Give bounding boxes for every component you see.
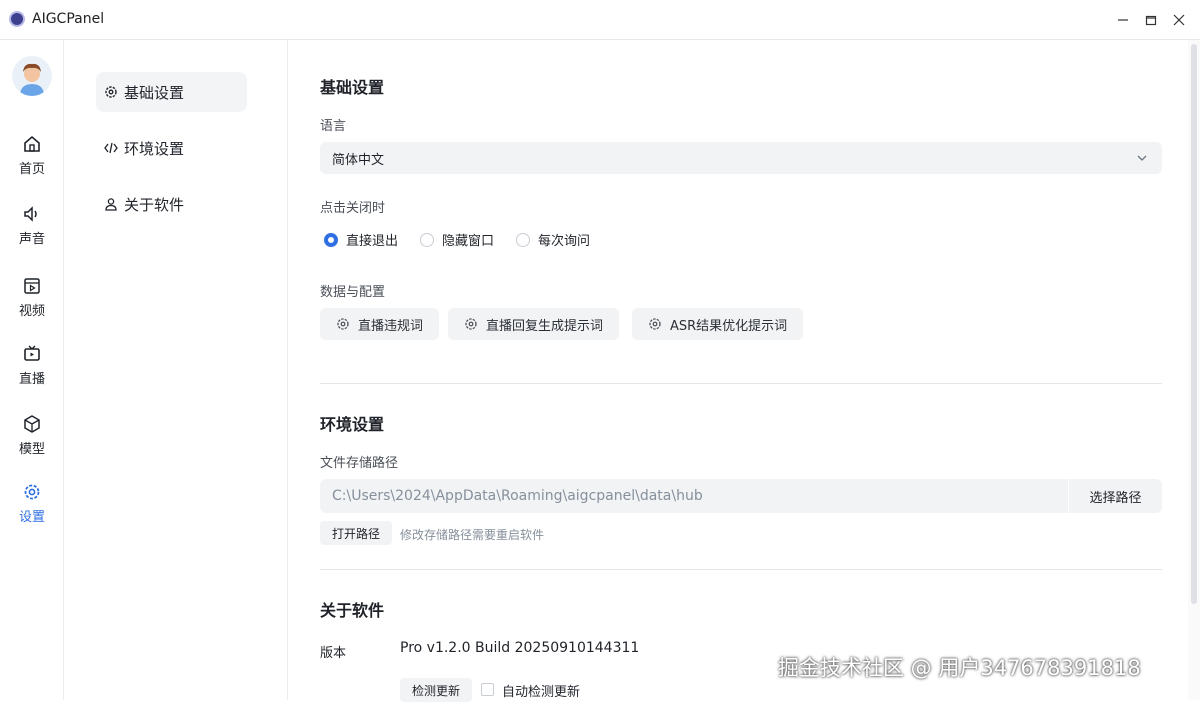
scrollbar[interactable] xyxy=(1188,40,1200,700)
minimize-button[interactable] xyxy=(1110,8,1136,32)
data-config-label: 数据与配置 xyxy=(320,285,386,300)
chevron-down-icon xyxy=(1137,155,1147,161)
radio-option-exit[interactable]: 直接退出 xyxy=(324,230,398,249)
reply-prompt-button[interactable]: 直播回复生成提示词 xyxy=(448,308,620,340)
radio-option-ask[interactable]: 每次询问 xyxy=(516,230,590,249)
button-label: 直播回复生成提示词 xyxy=(486,318,604,334)
home-icon xyxy=(24,135,40,152)
rail-item-label: 声音 xyxy=(18,232,45,247)
rail-item-label: 设置 xyxy=(18,510,45,525)
gear-icon xyxy=(649,318,661,330)
subnav-item-env[interactable]: 环境设置 xyxy=(96,128,247,168)
storage-path-label: 文件存储路径 xyxy=(320,456,399,471)
avatar[interactable] xyxy=(12,56,52,96)
radio-option-hide[interactable]: 隐藏窗口 xyxy=(420,230,494,249)
scroll-thumb[interactable] xyxy=(1191,44,1197,604)
subnav-item-about[interactable]: 关于软件 xyxy=(96,184,247,224)
close-behavior-label: 点击关闭时 xyxy=(320,201,386,216)
section-title-about: 关于软件 xyxy=(320,601,385,620)
button-label: ASR结果优化提示词 xyxy=(670,318,788,334)
radio-unchecked-icon xyxy=(516,232,531,247)
maximize-icon xyxy=(1145,15,1157,26)
check-update-button[interactable]: 检测更新 xyxy=(400,678,472,702)
choose-path-button[interactable]: 选择路径 xyxy=(1069,479,1162,513)
maximize-button[interactable] xyxy=(1138,8,1164,32)
rail-item-label: 直播 xyxy=(18,372,45,387)
settings-main: 基础设置 语言 简体中文 点击关闭时 直接退出 隐藏窗口 每次询问 数据与配置 … xyxy=(288,40,1188,702)
section-divider xyxy=(320,383,1162,384)
close-button[interactable] xyxy=(1166,8,1192,32)
radio-unchecked-icon xyxy=(420,232,435,247)
language-value: 简体中文 xyxy=(332,152,385,168)
section-title-env: 环境设置 xyxy=(320,415,385,434)
left-rail: 首页 声音 视频 直播 模型 设置 xyxy=(0,40,64,700)
speaker-icon xyxy=(24,206,37,222)
storage-path-input[interactable]: C:\Users\2024\AppData\Roaming\aigcpanel\… xyxy=(320,479,1068,513)
banned-words-button[interactable]: 直播违规词 xyxy=(320,308,440,340)
gear-icon xyxy=(337,318,349,330)
close-behavior-radio-group: 直接退出 隐藏窗口 每次询问 xyxy=(324,230,612,249)
title-bar: AIGCPanel xyxy=(0,0,1200,40)
rail-item-label: 首页 xyxy=(18,162,45,177)
rail-item-model[interactable]: 模型 xyxy=(0,414,64,470)
window-title: AIGCPanel xyxy=(32,11,105,27)
subnav-label: 关于软件 xyxy=(124,195,185,214)
rail-item-label: 模型 xyxy=(18,442,45,457)
restart-hint: 修改存储路径需要重启软件 xyxy=(400,528,545,542)
auto-update-label: 自动检测更新 xyxy=(502,685,581,700)
minimize-icon xyxy=(1118,19,1128,21)
button-label: 直播违规词 xyxy=(358,318,424,334)
app-logo-icon xyxy=(9,11,25,27)
gear-icon xyxy=(105,86,117,98)
radio-label: 隐藏窗口 xyxy=(442,234,495,249)
radio-checked-icon xyxy=(324,232,338,247)
gear-icon xyxy=(465,318,477,330)
rail-item-live[interactable]: 直播 xyxy=(0,344,64,400)
settings-subnav: 基础设置 环境设置 关于软件 xyxy=(64,40,288,700)
rail-item-video[interactable]: 视频 xyxy=(0,276,64,332)
tv-icon xyxy=(24,345,40,361)
close-icon xyxy=(1173,14,1185,26)
avatar-icon xyxy=(12,56,52,96)
section-divider xyxy=(320,569,1162,570)
asr-prompt-button[interactable]: ASR结果优化提示词 xyxy=(632,308,804,340)
rail-item-home[interactable]: 首页 xyxy=(0,134,64,190)
version-value: Pro v1.2.0 Build 20250910144311 xyxy=(400,640,640,656)
subnav-label: 基础设置 xyxy=(124,83,185,102)
radio-label: 直接退出 xyxy=(346,234,399,249)
open-path-button[interactable]: 打开路径 xyxy=(320,521,392,545)
subnav-label: 环境设置 xyxy=(124,139,185,158)
rail-item-voice[interactable]: 声音 xyxy=(0,204,64,260)
subnav-item-basic[interactable]: 基础设置 xyxy=(96,72,247,112)
user-icon xyxy=(105,198,117,211)
auto-update-checkbox[interactable] xyxy=(481,683,494,696)
rail-item-settings[interactable]: 设置 xyxy=(0,482,64,538)
version-label: 版本 xyxy=(320,646,347,661)
gear-icon xyxy=(24,484,40,500)
section-title-basic: 基础设置 xyxy=(320,78,385,97)
language-label: 语言 xyxy=(320,119,347,134)
radio-label: 每次询问 xyxy=(538,234,591,249)
video-icon xyxy=(24,278,40,294)
watermark-text: 掘金技术社区 @ 用户347678391818 xyxy=(778,656,1141,680)
cube-icon xyxy=(24,415,40,433)
rail-item-label: 视频 xyxy=(18,304,45,319)
code-icon xyxy=(104,142,118,154)
language-select[interactable]: 简体中文 xyxy=(320,142,1162,174)
